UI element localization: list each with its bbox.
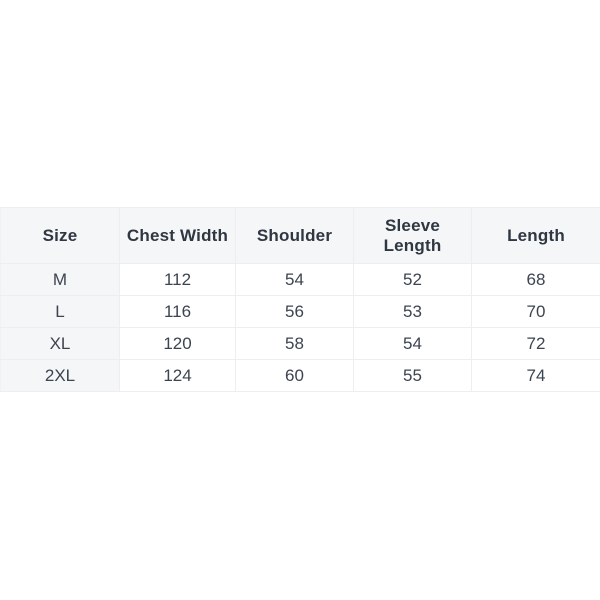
cell-chest-width: 112 xyxy=(119,263,236,296)
table-row: L 116 56 53 70 xyxy=(0,295,600,328)
cell-sleeve-length: 55 xyxy=(353,359,472,392)
cell-size: M xyxy=(0,263,120,296)
cell-length: 70 xyxy=(471,295,600,328)
cell-size: L xyxy=(0,295,120,328)
column-header-sleeve-length: Sleeve Length xyxy=(353,207,472,264)
cell-shoulder: 56 xyxy=(235,295,354,328)
column-header-shoulder: Shoulder xyxy=(235,207,354,264)
cell-sleeve-length: 54 xyxy=(353,327,472,360)
column-header-size: Size xyxy=(0,207,120,264)
cell-shoulder: 60 xyxy=(235,359,354,392)
column-header-length: Length xyxy=(471,207,600,264)
cell-size: XL xyxy=(0,327,120,360)
cell-size: 2XL xyxy=(0,359,120,392)
cell-chest-width: 116 xyxy=(119,295,236,328)
table-row: M 112 54 52 68 xyxy=(0,263,600,296)
table-row: XL 120 58 54 72 xyxy=(0,327,600,360)
column-header-chest-width: Chest Width xyxy=(119,207,236,264)
size-chart-header: Size Chest Width Shoulder Sleeve Length … xyxy=(0,207,600,264)
cell-chest-width: 124 xyxy=(119,359,236,392)
size-chart-body: M 112 54 52 68 L 116 56 53 70 XL 120 58 … xyxy=(0,263,600,392)
cell-sleeve-length: 52 xyxy=(353,263,472,296)
cell-shoulder: 58 xyxy=(235,327,354,360)
cell-shoulder: 54 xyxy=(235,263,354,296)
cell-length: 74 xyxy=(471,359,600,392)
cell-chest-width: 120 xyxy=(119,327,236,360)
header-row: Size Chest Width Shoulder Sleeve Length … xyxy=(0,207,600,264)
table-row: 2XL 124 60 55 74 xyxy=(0,359,600,392)
size-chart-table: Size Chest Width Shoulder Sleeve Length … xyxy=(0,207,600,392)
size-chart-container: Size Chest Width Shoulder Sleeve Length … xyxy=(0,207,600,392)
cell-length: 72 xyxy=(471,327,600,360)
cell-length: 68 xyxy=(471,263,600,296)
cell-sleeve-length: 53 xyxy=(353,295,472,328)
